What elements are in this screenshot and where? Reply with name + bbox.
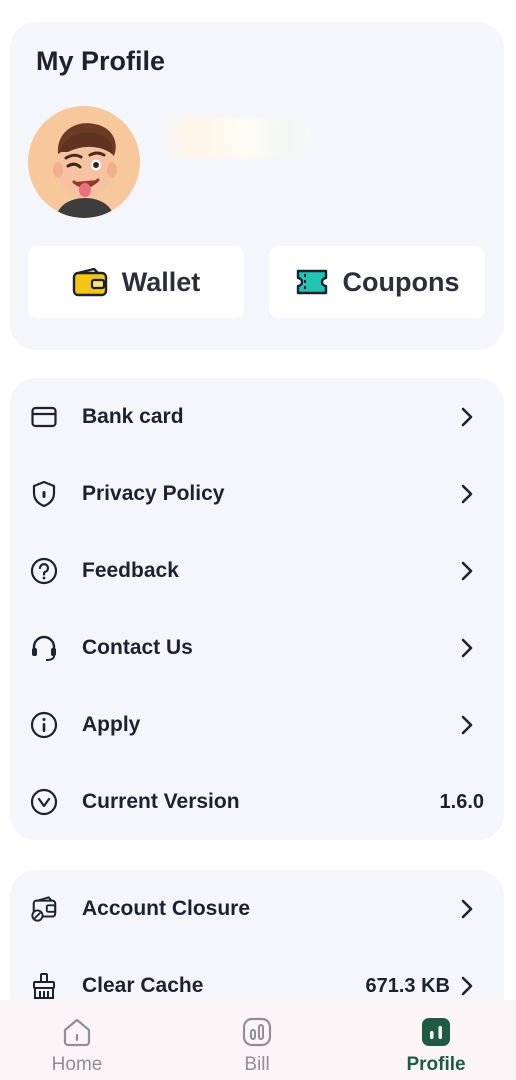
nav-tab-home[interactable]: Home xyxy=(17,1000,137,1080)
menu-item-account-closure[interactable]: Account Closure xyxy=(10,878,504,940)
settings-menu: Bank card Privacy Policy Feedback Contac… xyxy=(10,378,504,840)
shield-icon xyxy=(30,480,58,508)
coupon-ticket-icon xyxy=(295,267,329,297)
profile-page: My Profile Wallet Coupons Bank card Priv… xyxy=(0,0,516,1080)
bottom-nav: Home Bill Profile xyxy=(0,1000,516,1080)
info-icon xyxy=(30,711,58,739)
nav-label-profile: Profile xyxy=(406,1054,466,1075)
nav-tab-profile[interactable]: Profile xyxy=(376,1000,496,1080)
menu-item-label: Bank card xyxy=(82,405,184,428)
chevron-right-icon xyxy=(460,560,474,582)
menu-item-label: Apply xyxy=(82,713,141,736)
menu-item-label: Privacy Policy xyxy=(82,482,225,505)
menu-item-apply[interactable]: Apply xyxy=(10,694,504,756)
version-value: 1.6.0 xyxy=(439,790,484,813)
question-icon xyxy=(30,557,58,585)
account-closure-icon xyxy=(30,895,58,923)
chevron-right-icon xyxy=(460,637,474,659)
broom-icon xyxy=(30,972,58,1000)
menu-item-label: Contact Us xyxy=(82,636,193,659)
nav-tab-bill[interactable]: Bill xyxy=(197,1000,317,1080)
chevron-right-icon xyxy=(460,483,474,505)
wallet-icon xyxy=(72,267,108,297)
wallet-label: Wallet xyxy=(121,266,201,297)
home-icon xyxy=(61,1016,93,1048)
cache-size-value: 671.3 KB xyxy=(365,974,451,997)
chevron-right-icon xyxy=(460,714,474,736)
memoji-avatar-icon[interactable] xyxy=(28,106,140,218)
menu-item-feedback[interactable]: Feedback xyxy=(10,540,504,602)
profile-chart-icon xyxy=(420,1016,452,1048)
menu-item-label: Feedback xyxy=(82,559,179,582)
menu-item-privacy-policy[interactable]: Privacy Policy xyxy=(10,463,504,525)
menu-item-bank-card[interactable]: Bank card xyxy=(10,386,504,448)
menu-item-label: Current Version xyxy=(82,790,240,813)
account-menu: Account Closure Clear Cache 671.3 KB xyxy=(10,870,504,1010)
menu-item-label: Account Closure xyxy=(82,897,251,920)
chevron-right-icon xyxy=(460,898,474,920)
version-icon xyxy=(30,788,58,816)
profile-card: My Profile Wallet Coupons xyxy=(10,22,504,350)
coupons-button[interactable]: Coupons xyxy=(269,246,485,318)
page-title: My Profile xyxy=(36,46,166,76)
nav-label-home: Home xyxy=(51,1054,103,1075)
wallet-button[interactable]: Wallet xyxy=(28,246,244,318)
chevron-right-icon xyxy=(460,975,474,997)
chevron-right-icon xyxy=(460,406,474,428)
menu-item-label: Clear Cache xyxy=(82,974,204,997)
nav-label-bill: Bill xyxy=(244,1054,270,1075)
headset-icon xyxy=(30,634,58,662)
bank-card-icon xyxy=(30,403,58,431)
menu-item-contact-us[interactable]: Contact Us xyxy=(10,617,504,679)
coupons-label: Coupons xyxy=(342,266,460,297)
user-name-redacted xyxy=(160,118,316,158)
bill-icon xyxy=(241,1016,273,1048)
menu-item-current-version: Current Version 1.6.0 xyxy=(10,771,504,833)
